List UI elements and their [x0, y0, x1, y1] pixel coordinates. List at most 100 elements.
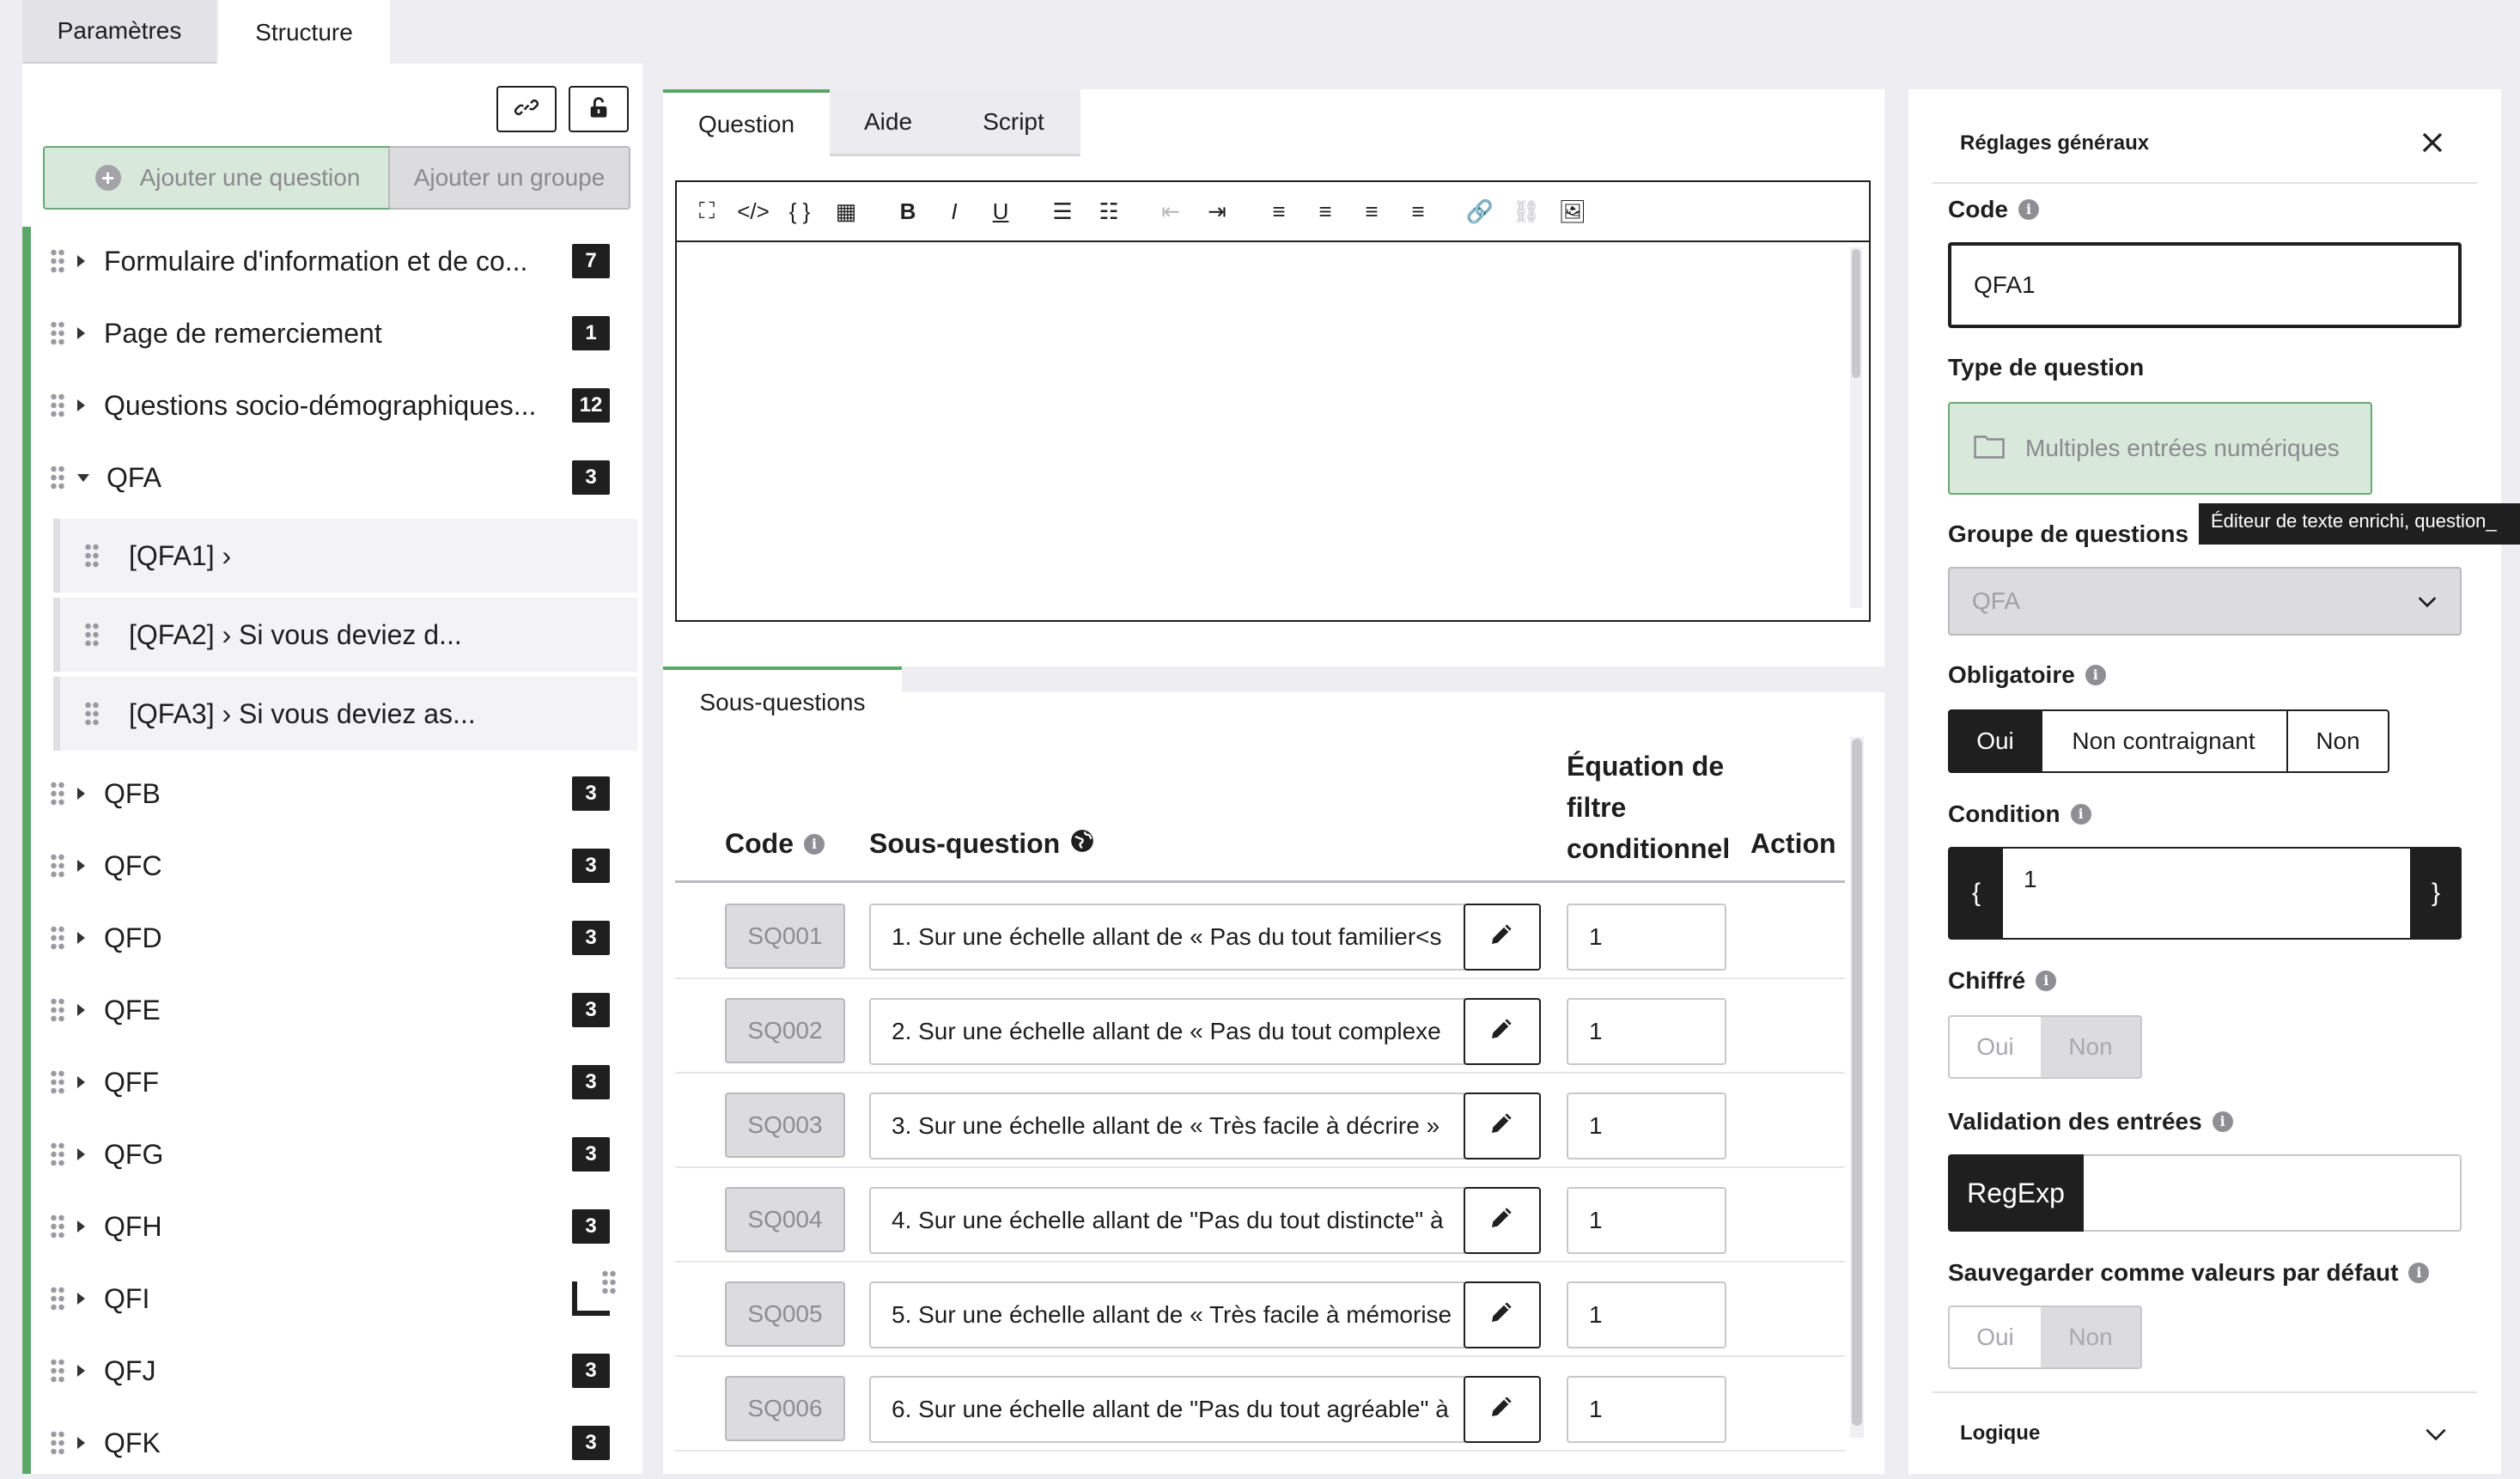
- align-center-icon[interactable]: ≡: [1302, 198, 1348, 225]
- caret-right-icon[interactable]: [77, 1148, 85, 1160]
- braces-icon[interactable]: { }: [776, 198, 823, 225]
- group-row[interactable]: QFK 3: [34, 1407, 637, 1479]
- subq-code-input[interactable]: SQ005: [725, 1281, 845, 1347]
- drag-handle-icon[interactable]: [50, 248, 65, 274]
- group-row[interactable]: QFJ 3: [34, 1335, 637, 1407]
- save-default-oui[interactable]: Oui: [1948, 1306, 2042, 1369]
- question-item[interactable]: [QFA2] › Si vous deviez d...: [53, 598, 637, 672]
- align-right-icon[interactable]: ≡: [1348, 198, 1395, 225]
- condition-input[interactable]: 1: [2003, 849, 2410, 938]
- group-row[interactable]: QFA 3: [34, 441, 637, 514]
- filter-equation-input[interactable]: 1: [1567, 998, 1726, 1065]
- tab-structure[interactable]: Structure: [218, 0, 390, 65]
- caret-right-icon[interactable]: [77, 399, 85, 411]
- subq-text-input[interactable]: 6. Sur une échelle allant de "Pas du tou…: [869, 1376, 1465, 1443]
- drag-handle-icon[interactable]: [50, 1069, 65, 1095]
- caret-right-icon[interactable]: [77, 932, 85, 944]
- save-default-non[interactable]: Non: [2041, 1306, 2142, 1369]
- image-icon[interactable]: 🖼: [1549, 198, 1596, 225]
- tab-aide[interactable]: Aide: [830, 89, 947, 156]
- mandatory-oui[interactable]: Oui: [1948, 709, 2042, 773]
- subq-text-input[interactable]: 3. Sur une échelle allant de « Très faci…: [869, 1093, 1465, 1159]
- drag-handle-icon[interactable]: [84, 622, 100, 648]
- drag-handle-icon[interactable]: [50, 925, 65, 951]
- group-row[interactable]: Questions socio-démographiques... 12: [34, 369, 637, 441]
- filter-equation-input[interactable]: 1: [1567, 1187, 1726, 1254]
- caret-right-icon[interactable]: [77, 788, 85, 800]
- caret-right-icon[interactable]: [77, 1220, 85, 1232]
- rich-text-editor[interactable]: ⛶ </>{ } ▦ B I U ☰ ☷ ⇤ ⇥ ≡ ≡ ≡ ≡ 🔗 ⛓ 🖼: [675, 180, 1871, 622]
- edit-button[interactable]: [1464, 1281, 1541, 1348]
- caret-right-icon[interactable]: [77, 1365, 85, 1377]
- numbered-list-icon[interactable]: ☰: [1039, 198, 1086, 225]
- subq-code-input[interactable]: SQ001: [725, 904, 845, 969]
- italic-icon[interactable]: I: [931, 198, 977, 225]
- grid-icon[interactable]: ▦: [823, 198, 869, 225]
- tab-parametres[interactable]: Paramètres: [22, 0, 216, 65]
- question-item[interactable]: [QFA3] › Si vous deviez as...: [53, 677, 637, 751]
- filter-equation-input[interactable]: 1: [1567, 904, 1726, 971]
- caret-right-icon[interactable]: [77, 255, 85, 267]
- subq-code-input[interactable]: SQ003: [725, 1093, 845, 1158]
- drag-handle-icon[interactable]: [50, 781, 65, 806]
- unlink-icon[interactable]: ⛓: [1503, 198, 1549, 225]
- edit-button[interactable]: [1464, 1093, 1541, 1159]
- justify-icon[interactable]: ≡: [1395, 198, 1441, 225]
- subq-text-input[interactable]: 4. Sur une échelle allant de "Pas du tou…: [869, 1187, 1465, 1254]
- tab-question[interactable]: Question: [663, 89, 830, 156]
- edit-button[interactable]: [1464, 998, 1541, 1065]
- encrypted-oui[interactable]: Oui: [1948, 1015, 2042, 1079]
- validation-input[interactable]: [2085, 1156, 2460, 1230]
- group-row[interactable]: QFF 3: [34, 1046, 637, 1118]
- subq-text-input[interactable]: 2. Sur une échelle allant de « Pas du to…: [869, 998, 1465, 1065]
- drag-handle-icon[interactable]: [50, 465, 65, 490]
- group-row[interactable]: QFC 3: [34, 830, 637, 902]
- drag-handle-icon[interactable]: [50, 997, 65, 1023]
- drag-handle-icon[interactable]: [84, 543, 100, 569]
- question-type-button[interactable]: Multiples entrées numériques: [1948, 402, 2372, 495]
- outdent-icon[interactable]: ⇤: [1147, 198, 1194, 225]
- caret-right-icon[interactable]: [77, 1076, 85, 1088]
- logic-accordion[interactable]: Logique: [1933, 1391, 2477, 1474]
- link-icon[interactable]: 🔗: [1457, 198, 1503, 225]
- bold-icon[interactable]: B: [885, 198, 931, 225]
- mandatory-non[interactable]: Non: [2286, 709, 2389, 773]
- edit-button[interactable]: [1464, 1376, 1541, 1443]
- bullet-list-icon[interactable]: ☷: [1086, 198, 1132, 225]
- subq-text-input[interactable]: 1. Sur une échelle allant de « Pas du to…: [869, 904, 1465, 971]
- filter-equation-input[interactable]: 1: [1567, 1093, 1726, 1159]
- filter-equation-input[interactable]: 1: [1567, 1376, 1726, 1443]
- editor-scrollbar[interactable]: [1850, 247, 1862, 608]
- group-row[interactable]: Page de remerciement 1: [34, 297, 637, 369]
- fullscreen-icon[interactable]: ⛶: [684, 198, 730, 225]
- group-row[interactable]: QFB 3: [34, 758, 637, 830]
- subq-code-input[interactable]: SQ002: [725, 998, 845, 1063]
- drag-handle-icon[interactable]: [84, 701, 100, 727]
- lock-toggle-button[interactable]: [569, 86, 629, 132]
- caret-right-icon[interactable]: [77, 1437, 85, 1449]
- caret-right-icon[interactable]: [77, 1293, 85, 1305]
- caret-down-icon[interactable]: [77, 473, 89, 482]
- caret-right-icon[interactable]: [77, 327, 85, 339]
- drag-handle-icon[interactable]: [50, 1286, 65, 1312]
- indent-icon[interactable]: ⇥: [1194, 198, 1240, 225]
- add-group-button[interactable]: Ajouter un groupe: [388, 146, 630, 210]
- underline-icon[interactable]: U: [977, 198, 1024, 225]
- drag-handle-icon[interactable]: [50, 393, 65, 418]
- drag-handle-icon[interactable]: [50, 1214, 65, 1239]
- close-icon[interactable]: [2415, 125, 2450, 160]
- tab-sous-questions[interactable]: Sous-questions: [663, 666, 902, 735]
- caret-right-icon[interactable]: [77, 860, 85, 872]
- subq-code-input[interactable]: SQ006: [725, 1376, 845, 1441]
- group-row[interactable]: QFG 3: [34, 1118, 637, 1190]
- group-row[interactable]: QFE 3: [34, 974, 637, 1046]
- filter-equation-input[interactable]: 1: [1567, 1281, 1726, 1348]
- subq-code-input[interactable]: SQ004: [725, 1187, 845, 1252]
- align-left-icon[interactable]: ≡: [1256, 198, 1302, 225]
- edit-button[interactable]: [1464, 904, 1541, 971]
- link-toggle-button[interactable]: [496, 86, 557, 132]
- mandatory-non-contraignant[interactable]: Non contraignant: [2041, 709, 2288, 773]
- tab-script[interactable]: Script: [947, 89, 1080, 156]
- drag-handle-icon[interactable]: [50, 320, 65, 346]
- group-select[interactable]: QFA: [1948, 567, 2462, 636]
